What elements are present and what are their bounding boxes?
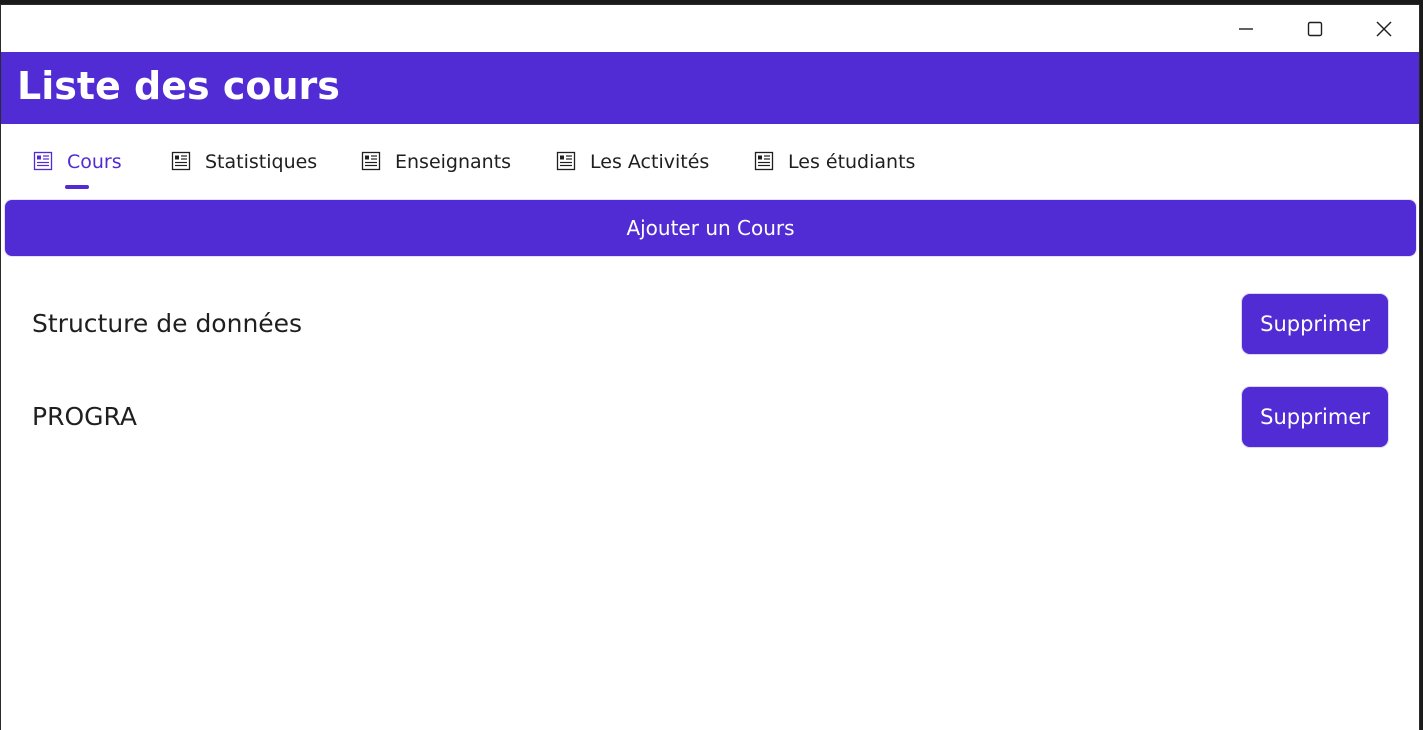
list-item: PROGRA Supprimer: [1, 386, 1419, 470]
active-tab-indicator: [65, 185, 89, 189]
list-icon: [33, 151, 53, 171]
page-header: Liste des cours: [1, 52, 1419, 124]
list-icon: [171, 151, 191, 171]
close-icon: [1376, 21, 1391, 36]
delete-course-button[interactable]: Supprimer: [1241, 293, 1389, 355]
tab-label: Statistiques: [205, 151, 318, 173]
tab-bar: Cours Statistiques Enseignants Les Activ…: [1, 125, 1419, 197]
maximize-icon: [1307, 21, 1322, 36]
close-button[interactable]: [1349, 5, 1418, 52]
add-course-button[interactable]: Ajouter un Cours: [4, 199, 1417, 257]
title-bar: [1, 5, 1419, 52]
course-name: PROGRA: [32, 402, 137, 431]
list-icon: [361, 151, 381, 171]
tab-etudiants[interactable]: Les étudiants: [754, 143, 915, 193]
maximize-button[interactable]: [1280, 5, 1349, 52]
course-name: Structure de données: [32, 309, 303, 338]
app-window: Liste des cours Cours Statistiques Ensei…: [0, 4, 1420, 730]
list-item: Structure de données Supprimer: [1, 293, 1419, 377]
page-title: Liste des cours: [17, 64, 340, 108]
tab-enseignants[interactable]: Enseignants: [361, 143, 511, 193]
tab-label: Les Activités: [590, 151, 710, 173]
tab-label: Enseignants: [395, 151, 512, 173]
list-icon: [556, 151, 576, 171]
minimize-icon: [1238, 27, 1253, 30]
list-icon: [754, 151, 774, 171]
tab-activites[interactable]: Les Activités: [556, 143, 709, 193]
tab-statistiques[interactable]: Statistiques: [171, 143, 317, 193]
delete-course-button[interactable]: Supprimer: [1241, 386, 1389, 448]
tab-label: Les étudiants: [788, 151, 916, 173]
taskbar-gap: [345, 726, 965, 730]
tab-label: Cours: [67, 151, 122, 173]
minimize-button[interactable]: [1211, 5, 1280, 52]
